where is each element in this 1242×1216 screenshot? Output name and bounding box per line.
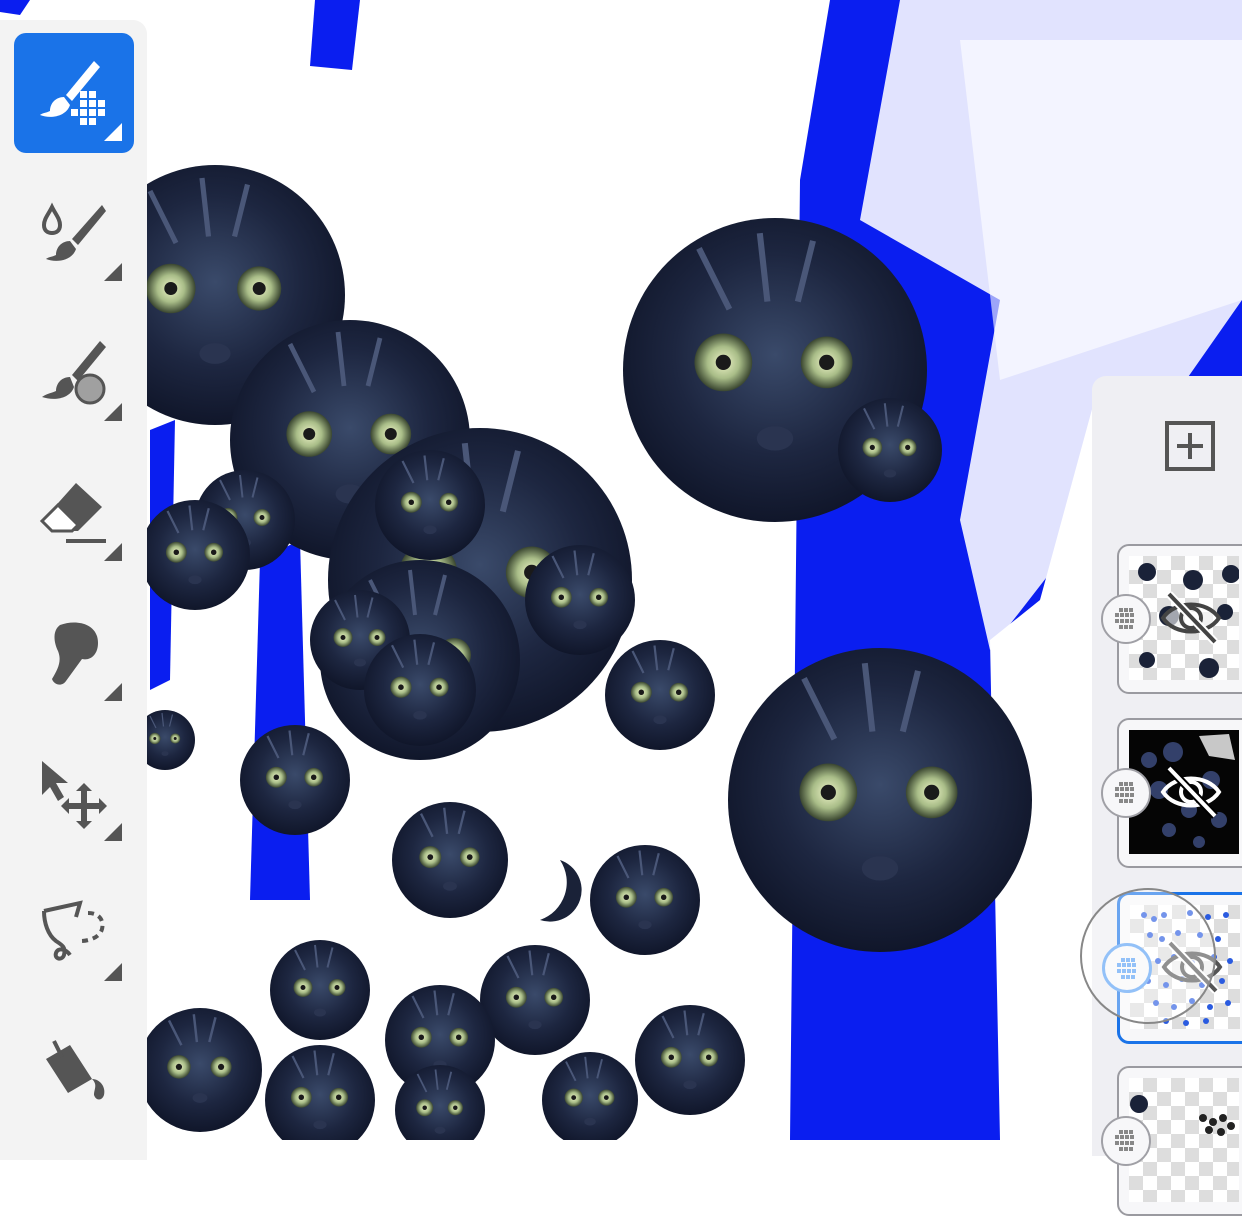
touch-highlight-ring xyxy=(1080,888,1216,1024)
layer-blend-button[interactable] xyxy=(1101,594,1151,644)
plus-square-icon[interactable] xyxy=(1164,420,1216,472)
layer-item[interactable] xyxy=(1101,718,1242,868)
smudge-brush-button[interactable] xyxy=(14,173,134,293)
finger-smudge-icon xyxy=(52,622,98,685)
eye-hidden-icon[interactable] xyxy=(1159,762,1223,822)
layer-item[interactable] xyxy=(1101,544,1242,694)
submenu-indicator xyxy=(104,263,122,281)
lasso-button[interactable] xyxy=(14,873,134,993)
tool-palette xyxy=(0,20,147,1160)
move-arrow-icon xyxy=(42,761,107,829)
layers-panel xyxy=(1080,376,1242,1216)
paint-bucket-icon xyxy=(46,1040,105,1100)
eraser-icon xyxy=(39,483,106,543)
layer-blend-button[interactable] xyxy=(1101,1116,1151,1166)
paint-brush-button[interactable] xyxy=(14,313,134,433)
finger-smudge-button[interactable] xyxy=(14,593,134,713)
eye-hidden-icon[interactable] xyxy=(1159,588,1223,648)
move-button[interactable] xyxy=(14,733,134,853)
lasso-icon xyxy=(42,900,105,961)
smudge-brush-icon xyxy=(41,202,106,261)
grid-icon xyxy=(1115,608,1134,629)
brush-pixel-icon xyxy=(40,61,105,125)
paint-brush-icon xyxy=(42,341,106,405)
submenu-indicator xyxy=(104,543,122,561)
grid-icon xyxy=(1115,1130,1134,1151)
submenu-indicator xyxy=(104,683,122,701)
drawing-canvas[interactable] xyxy=(0,0,1242,1140)
submenu-indicator xyxy=(104,123,122,141)
brush-tool-button[interactable] xyxy=(14,33,134,153)
grid-icon xyxy=(1115,782,1134,803)
layer-item[interactable] xyxy=(1101,1066,1242,1216)
fill-button[interactable] xyxy=(14,1013,134,1133)
submenu-indicator xyxy=(104,403,122,421)
eraser-button[interactable] xyxy=(14,453,134,573)
submenu-indicator xyxy=(104,963,122,981)
layer-blend-button[interactable] xyxy=(1101,768,1151,818)
submenu-indicator xyxy=(104,823,122,841)
